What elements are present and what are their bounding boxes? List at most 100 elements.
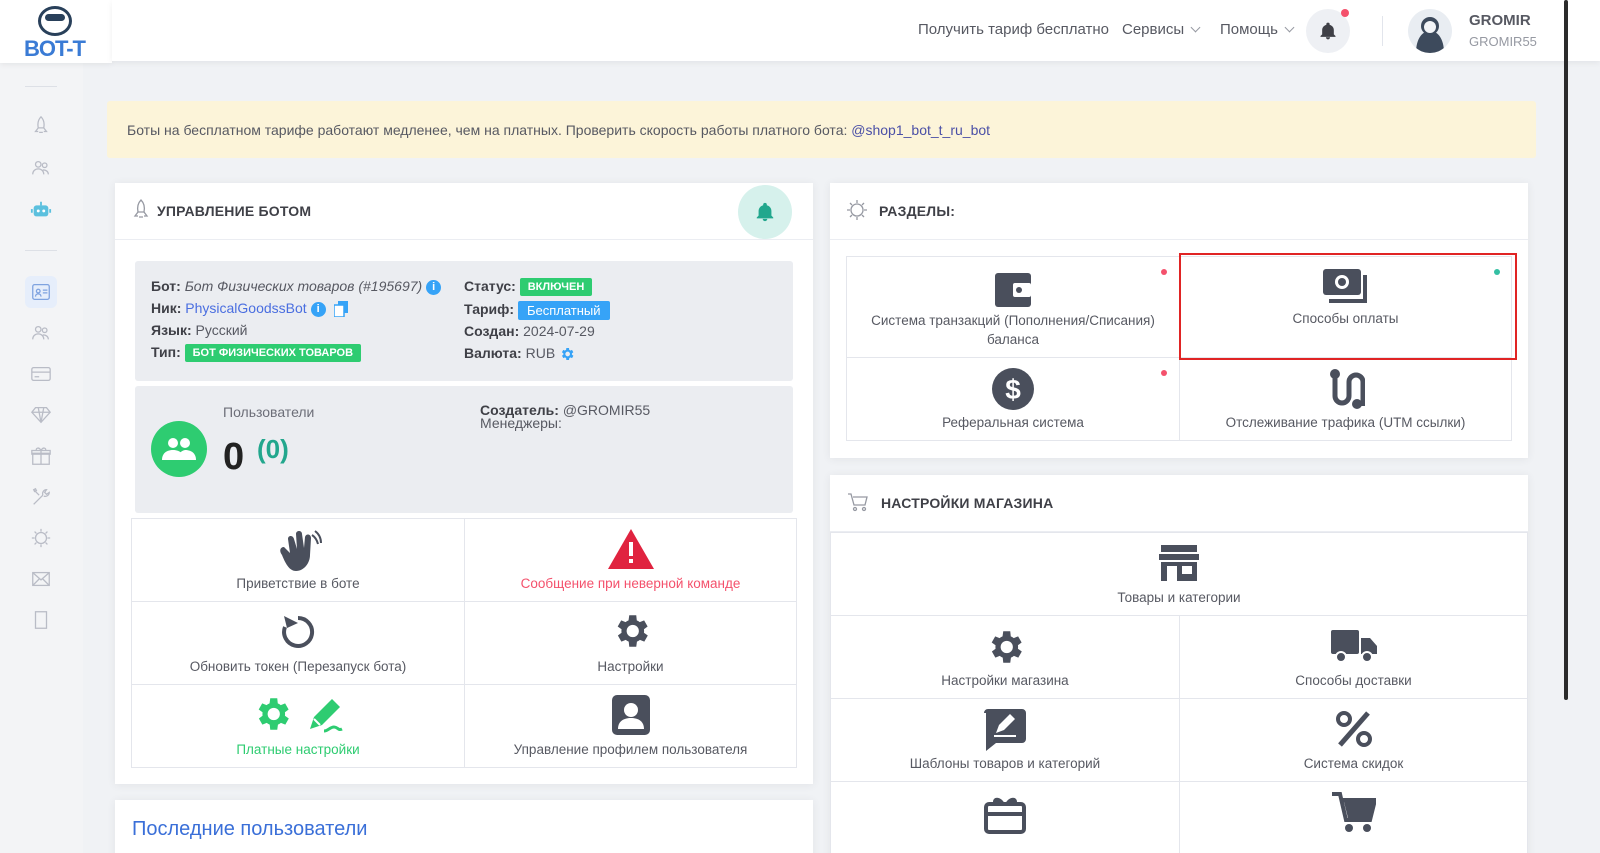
discounts-tile[interactable]: Система скидок	[1179, 698, 1528, 782]
cart-outline-icon	[848, 493, 868, 512]
bell-icon	[756, 202, 774, 222]
bot-status-row: Статус: ВКЛЮЧЕН	[464, 278, 593, 297]
users-icon[interactable]	[25, 152, 57, 184]
user-profile-icon	[611, 695, 650, 735]
page-scrollbar[interactable]	[1564, 0, 1568, 700]
products-categories-tile[interactable]: Товары и категории	[830, 532, 1528, 616]
gear-outline-icon[interactable]	[25, 522, 57, 554]
delivery-methods-tile[interactable]: Способы доставки	[1179, 615, 1528, 699]
info-icon[interactable]: i	[310, 301, 326, 317]
welcome-message-tile[interactable]: Приветствие в боте	[131, 518, 465, 602]
mail-icon[interactable]	[25, 563, 57, 595]
percent-icon	[1335, 711, 1372, 747]
bot-nick-link[interactable]: PhysicalGoodssBot	[185, 300, 306, 316]
services-menu[interactable]: Сервисы	[1122, 21, 1201, 38]
alert-text: Боты на бесплатном тарифе работают медле…	[127, 122, 852, 138]
dollar-icon: $	[992, 368, 1034, 410]
bot-nick-row: Ник: PhysicalGoodssBot i	[151, 300, 348, 319]
language-value: Русский	[195, 322, 248, 338]
edit-message-icon	[984, 709, 1026, 751]
refresh-token-tile[interactable]: Обновить токен (Перезапуск бота)	[131, 601, 465, 685]
gear-icon	[617, 615, 648, 647]
tile-label: Шаблоны товаров и категорий	[909, 756, 1101, 771]
users-count: 0	[223, 436, 245, 478]
people-icon[interactable]	[25, 317, 57, 349]
tools-icon[interactable]	[25, 481, 57, 513]
panel-title: РАЗДЕЛЫ:	[879, 203, 956, 219]
wallet-icon	[995, 273, 1031, 307]
logo-mascot-icon	[38, 6, 72, 36]
product-templates-tile[interactable]: Шаблоны товаров и категорий	[830, 698, 1180, 782]
bot-notifications-button[interactable]	[738, 185, 792, 239]
logo-text: BOT-T	[24, 36, 86, 61]
wrong-command-message-tile[interactable]: Сообщение при неверной команде	[464, 518, 797, 602]
gear-icon[interactable]	[559, 346, 575, 362]
sidebar	[0, 0, 83, 853]
chevron-down-icon	[1190, 22, 1201, 33]
avatar[interactable]	[1408, 9, 1452, 53]
utm-tracking-tile[interactable]: Отслеживание трафика (UTM ссылки)	[1179, 357, 1512, 441]
user-name[interactable]: GROMIR	[1469, 12, 1531, 29]
waving-hand-icon	[280, 530, 322, 571]
robot-icon[interactable]	[25, 194, 57, 226]
document-icon[interactable]	[25, 604, 57, 636]
rocket-icon[interactable]	[25, 110, 57, 142]
user-profile-management-tile[interactable]: Управление профилем пользователя	[464, 684, 797, 768]
panel-title: УПРАВЛЕНИЕ БОТОМ	[157, 203, 312, 219]
managers-label: Менеджеры:	[480, 415, 562, 431]
dashboard-icon[interactable]	[25, 276, 57, 308]
bot-label: Бот:	[151, 278, 181, 294]
credit-card-icon[interactable]	[25, 358, 57, 390]
transactions-tile[interactable]: Система транзакций (Пополнения/Списания)…	[846, 256, 1180, 358]
diamond-icon[interactable]	[25, 399, 57, 431]
bot-type-row: Тип: БОТ ФИЗИЧЕСКИХ ТОВАРОВ	[151, 344, 362, 363]
bot-management-panel: УПРАВЛЕНИЕ БОТОМ Бот: Бот Физических тов…	[115, 183, 813, 784]
referral-system-tile[interactable]: $ Реферальная система	[846, 357, 1180, 441]
brand-logo[interactable]: BOT-T	[0, 0, 112, 63]
paid-settings-tile[interactable]: Платные настройки	[131, 684, 465, 768]
tile-label: Реферальная система	[942, 415, 1084, 430]
tariff-label: Тариф:	[464, 301, 515, 318]
nick-label: Ник:	[151, 300, 182, 316]
currency-label: Валюта:	[464, 345, 522, 361]
chevron-down-icon	[1284, 22, 1295, 33]
last-users-title: Последние пользователи	[132, 818, 368, 840]
tile-label: Товары и категории	[1117, 590, 1241, 605]
bot-tariff-row: Тариф: Бесплатный	[464, 301, 610, 320]
tile-label: Настройки магазина	[941, 673, 1069, 688]
gear-icon	[258, 698, 289, 730]
tile-label: Настройки	[597, 659, 664, 674]
settings-tile[interactable]: Настройки	[464, 601, 797, 685]
gift-icon[interactable]	[25, 440, 57, 472]
free-plan-link[interactable]: Получить тариф бесплатно	[918, 21, 1109, 38]
new-indicator-dot	[1161, 370, 1167, 376]
gear-outline-icon	[847, 200, 867, 220]
created-label: Создан:	[464, 323, 520, 339]
copy-icon[interactable]	[332, 301, 348, 319]
rocket-icon	[133, 199, 149, 218]
sidebar-divider	[25, 86, 57, 87]
info-icon[interactable]: i	[426, 279, 442, 295]
gift-tile[interactable]	[830, 781, 1180, 853]
tile-label: Способы доставки	[1295, 673, 1412, 688]
shop-settings-tile[interactable]: Настройки магазина	[830, 615, 1180, 699]
bot-type-badge: БОТ ФИЗИЧЕСКИХ ТОВАРОВ	[184, 344, 362, 363]
bot-name-value: Бот Физических товаров (#195697)	[184, 278, 423, 294]
tariff-badge[interactable]: Бесплатный	[517, 301, 610, 320]
svg-text:$: $	[1005, 374, 1021, 405]
notification-dot	[1341, 9, 1349, 17]
shop-settings-panel: НАСТРОЙКИ МАГАЗИНА Товары и категории На…	[830, 475, 1528, 853]
gift-icon	[984, 797, 1026, 834]
users-stats-box: Пользователи 0 (0) Создатель: @GROMIR55 …	[135, 386, 793, 513]
store-icon	[1159, 545, 1199, 581]
refresh-icon	[282, 615, 315, 648]
topbar-divider	[1382, 16, 1383, 46]
alert-bot-link[interactable]: @shop1_bot_t_ru_bot	[851, 122, 990, 138]
help-menu[interactable]: Помощь	[1220, 21, 1295, 38]
created-value: 2024-07-29	[523, 323, 595, 339]
sidebar-divider	[25, 250, 57, 251]
orders-tile[interactable]	[1179, 781, 1528, 853]
tile-label: Платные настройки	[236, 742, 360, 757]
route-icon	[1329, 369, 1365, 409]
tile-label: Система транзакций (Пополнения/Списания)…	[871, 313, 1155, 347]
